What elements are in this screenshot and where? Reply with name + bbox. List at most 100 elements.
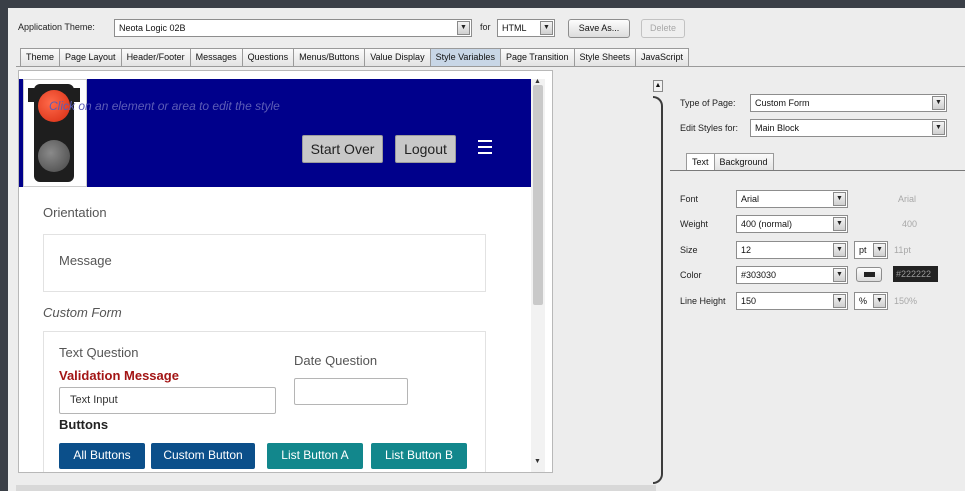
tab-javascript[interactable]: JavaScript (635, 48, 690, 66)
chevron-down-icon[interactable]: ▼ (833, 217, 846, 231)
tab-header-footer[interactable]: Header/Footer (120, 48, 191, 66)
preview-scrollbar[interactable]: ▲ ▼ (531, 78, 545, 472)
size-unit-select[interactable]: pt ▼ (854, 241, 888, 259)
size-unit-value: pt (859, 245, 867, 255)
line-height-label: Line Height (680, 296, 726, 306)
validation-message[interactable]: Validation Message (59, 368, 179, 383)
weight-default: 400 (902, 219, 918, 229)
preview-horizontal-scrollbar[interactable] (16, 485, 656, 491)
size-default: 11pt (894, 245, 911, 255)
type-of-page-value: Custom Form (755, 98, 810, 108)
tab-questions[interactable]: Questions (241, 48, 295, 66)
line-height-default: 150% (894, 296, 918, 306)
custom-form-title[interactable]: Custom Form (43, 305, 122, 320)
tab-menus-buttons[interactable]: Menus/Buttons (293, 48, 366, 66)
all-buttons-button[interactable]: All Buttons (59, 443, 145, 469)
tab-theme[interactable]: Theme (20, 48, 61, 66)
buttons-label[interactable]: Buttons (59, 417, 108, 432)
chevron-down-icon[interactable]: ▼ (833, 268, 846, 282)
color-swatch-icon (864, 272, 875, 277)
tab-value-display[interactable]: Value Display (364, 48, 431, 66)
type-of-page-select[interactable]: Custom Form ▼ (750, 94, 947, 112)
chevron-down-icon[interactable]: ▼ (932, 121, 945, 135)
application-theme-label: Application Theme: (18, 22, 95, 32)
scroll-down-icon[interactable]: ▼ (534, 458, 541, 465)
logo-image[interactable] (23, 79, 87, 187)
delete-button[interactable]: Delete (641, 19, 685, 38)
line-height-value: 150 (741, 296, 757, 306)
tab-page-layout[interactable]: Page Layout (59, 48, 122, 66)
color-value: #303030 (741, 270, 777, 280)
scrollbar-thumb[interactable] (533, 85, 543, 305)
theme-editor-window: Application Theme: Neota Logic 02B ▼ for… (8, 8, 965, 491)
scroll-up-icon[interactable]: ▲ (534, 78, 541, 85)
text-question-label[interactable]: Text Question (59, 345, 139, 360)
line-height-select[interactable]: 150 ▼ (736, 292, 848, 310)
line-height-unit-value: % (859, 296, 868, 306)
color-picker-button[interactable] (856, 267, 882, 282)
tab-messages[interactable]: Messages (189, 48, 243, 66)
orientation-text[interactable]: Orientation (43, 205, 107, 220)
chevron-down-icon[interactable]: ▼ (833, 192, 846, 206)
tab-divider (16, 66, 965, 67)
green-light-icon (38, 140, 70, 172)
tab-style-sheets[interactable]: Style Sheets (573, 48, 637, 66)
list-button-a[interactable]: List Button A (267, 443, 363, 469)
color-select[interactable]: #303030 ▼ (736, 266, 848, 284)
preview-header[interactable] (19, 79, 531, 187)
edit-styles-label: Edit Styles for: (680, 123, 739, 133)
style-tabs: Text Background (686, 153, 774, 170)
chevron-down-icon[interactable]: ▼ (833, 294, 846, 308)
font-label: Font (680, 194, 699, 204)
date-input-field[interactable] (294, 378, 408, 405)
style-tab-divider (670, 170, 965, 171)
chevron-down-icon[interactable]: ▼ (457, 21, 470, 35)
application-theme-value: Neota Logic 02B (119, 23, 186, 33)
size-select[interactable]: 12 ▼ (736, 241, 848, 259)
tab-background[interactable]: Background (713, 153, 774, 170)
chevron-down-icon[interactable]: ▼ (932, 96, 945, 110)
format-value: HTML (502, 23, 527, 33)
start-over-button[interactable]: Start Over (302, 135, 383, 163)
logout-button[interactable]: Logout (395, 135, 456, 163)
weight-select[interactable]: 400 (normal) ▼ (736, 215, 848, 233)
color-label: Color (680, 270, 702, 280)
style-preview-panel[interactable]: Click on an element or area to edit the … (18, 70, 553, 473)
message-text: Message (59, 253, 112, 268)
chevron-down-icon[interactable]: ▼ (873, 294, 886, 308)
collapse-up-icon[interactable]: ▲ (653, 80, 663, 92)
color-default: #222222 (893, 266, 938, 282)
tab-page-transition[interactable]: Page Transition (499, 48, 575, 66)
font-select[interactable]: Arial ▼ (736, 190, 848, 208)
custom-button[interactable]: Custom Button (151, 443, 255, 469)
format-select[interactable]: HTML ▼ (497, 19, 555, 37)
weight-value: 400 (normal) (741, 219, 793, 229)
size-label: Size (680, 245, 698, 255)
date-question-label[interactable]: Date Question (294, 353, 377, 368)
text-input-field[interactable]: Text Input (59, 387, 276, 414)
weight-label: Weight (680, 219, 708, 229)
edit-styles-select[interactable]: Main Block ▼ (750, 119, 947, 137)
font-default: Arial (898, 194, 917, 204)
type-of-page-label: Type of Page: (680, 98, 736, 108)
hamburger-menu-icon[interactable] (478, 140, 492, 154)
tab-text[interactable]: Text (686, 153, 715, 170)
chevron-down-icon[interactable]: ▼ (833, 243, 846, 257)
theme-toolbar: Application Theme: Neota Logic 02B ▼ for… (8, 8, 965, 48)
custom-form-main-block[interactable]: Text Question Validation Message Text In… (43, 331, 486, 472)
application-theme-select[interactable]: Neota Logic 02B ▼ (114, 19, 472, 37)
message-box[interactable]: Message (43, 234, 486, 292)
chevron-down-icon[interactable]: ▼ (540, 21, 553, 35)
line-height-unit-select[interactable]: % ▼ (854, 292, 888, 310)
splitter-bracket (653, 96, 663, 484)
style-editor-panel: Type of Page: Custom Form ▼ Edit Styles … (670, 70, 965, 491)
panel-splitter[interactable]: ▲ (653, 80, 668, 485)
for-label: for (480, 22, 491, 32)
tab-style-variables[interactable]: Style Variables (429, 48, 501, 66)
editor-tabs: Theme Page Layout Header/Footer Messages… (20, 48, 690, 66)
save-as-button[interactable]: Save As... (568, 19, 630, 38)
edit-styles-value: Main Block (755, 123, 800, 133)
chevron-down-icon[interactable]: ▼ (873, 243, 886, 257)
list-button-b[interactable]: List Button B (371, 443, 467, 469)
font-value: Arial (741, 194, 760, 204)
